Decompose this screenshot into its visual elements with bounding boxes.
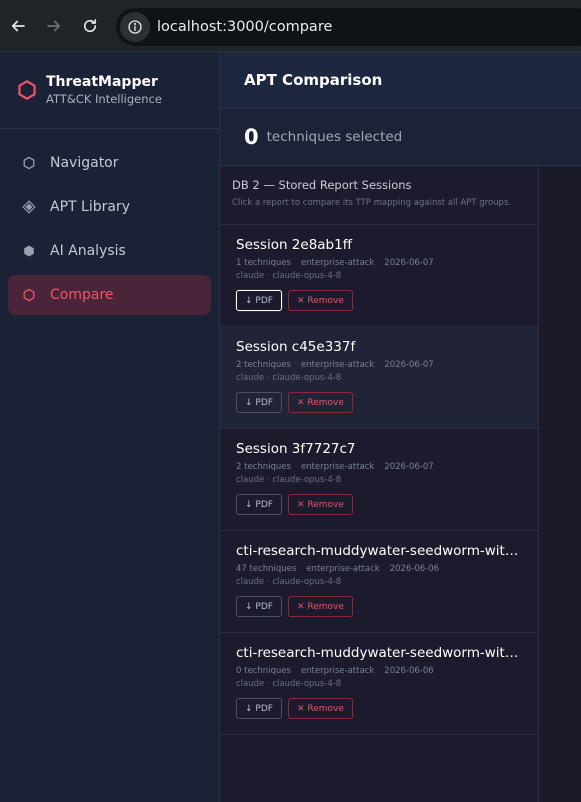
session-date: 2026-06-06 xyxy=(384,666,434,676)
brand[interactable]: ThreatMapper ATT&CK Intelligence xyxy=(0,52,219,129)
panel-header: DB 2 — Stored Report Sessions Click a re… xyxy=(220,166,538,225)
session-title: Session 3f7727c7 xyxy=(236,441,356,457)
remove-button[interactable]: ✕ Remove xyxy=(287,698,353,719)
session-date: 2026-06-06 xyxy=(389,564,440,574)
diamond-icon xyxy=(20,198,38,216)
main-content: APT Comparison 0 techniques selected DB … xyxy=(220,52,581,802)
session-title: Session 2e8ab1ff xyxy=(236,237,353,253)
page-header: APT Comparison xyxy=(220,52,581,109)
session-date: 2026-06-07 xyxy=(384,258,434,268)
sidebar-item-navigator[interactable]: Navigator xyxy=(8,143,211,183)
session-model: claude · claude-opus-4-8 xyxy=(236,577,342,587)
brand-title: ThreatMapper xyxy=(46,74,158,90)
session-title: Session c45e337f xyxy=(236,339,356,355)
sidebar: ThreatMapper ATT&CK Intelligence Navigat… xyxy=(0,52,220,802)
hexagon-outline-icon xyxy=(20,154,38,172)
session-title: cti-research-muddywater-seedworm-with-… xyxy=(236,645,522,661)
download-pdf-button[interactable]: ↓ PDF xyxy=(236,392,282,413)
attack-domain: enterprise-attack xyxy=(300,258,375,268)
session-model: claude · claude-opus-4-8 xyxy=(236,271,342,281)
session-card[interactable]: Session 2e8ab1ff 1 techniques enterprise… xyxy=(220,225,538,327)
comparison-area xyxy=(540,166,581,802)
panel-description: Click a report to compare its TTP mappin… xyxy=(232,198,512,208)
sidebar-item-ai-analysis[interactable]: AI Analysis xyxy=(8,231,211,271)
arrow-right-icon xyxy=(47,20,61,31)
selected-count: 0 xyxy=(244,125,259,149)
technique-count: 2 techniques xyxy=(236,360,291,370)
session-card[interactable]: Session 3f7727c7 2 techniques enterprise… xyxy=(220,429,538,531)
download-pdf-button[interactable]: ↓ PDF xyxy=(236,596,282,617)
sessions-panel: DB 2 — Stored Report Sessions Click a re… xyxy=(220,166,539,802)
remove-button[interactable]: ✕ Remove xyxy=(287,290,353,311)
session-model: claude · claude-opus-4-8 xyxy=(236,475,342,485)
remove-button[interactable]: ✕ Remove xyxy=(287,596,353,617)
remove-button[interactable]: ✕ Remove xyxy=(287,494,353,515)
selected-label: techniques selected xyxy=(266,129,403,145)
hexagon-filled-icon xyxy=(20,242,38,260)
site-info-icon[interactable] xyxy=(120,12,150,42)
sidebar-item-label: AI Analysis xyxy=(50,243,126,259)
sidebar-item-apt-library[interactable]: APT Library xyxy=(8,187,211,227)
technique-count: 47 techniques xyxy=(236,564,297,574)
panel-title: DB 2 — Stored Report Sessions xyxy=(232,178,412,192)
hexagon-logo-icon xyxy=(18,80,36,100)
reload-icon xyxy=(83,18,97,32)
sidebar-nav: Navigator APT Library AI Analysis Compar… xyxy=(0,129,219,315)
sidebar-item-label: APT Library xyxy=(50,199,130,215)
page-title: APT Comparison xyxy=(244,71,383,89)
technique-count: 1 techniques xyxy=(236,258,291,268)
browser-toolbar: localhost:3000/compare xyxy=(0,0,581,52)
arrow-left-icon xyxy=(11,20,25,31)
attack-domain: enterprise-attack xyxy=(300,462,375,472)
session-card[interactable]: Session c45e337f 2 techniques enterprise… xyxy=(220,327,538,429)
session-title: cti-research-muddywater-seedworm-with-… xyxy=(236,543,522,559)
download-pdf-button[interactable]: ↓ PDF xyxy=(236,494,282,515)
attack-domain: enterprise-attack xyxy=(300,360,375,370)
download-pdf-button[interactable]: ↓ PDF xyxy=(236,698,282,719)
sidebar-item-compare[interactable]: Compare xyxy=(8,275,211,315)
session-model: claude · claude-opus-4-8 xyxy=(236,679,342,689)
url-text[interactable]: localhost:3000/compare xyxy=(157,19,332,35)
session-card[interactable]: cti-research-muddywater-seedworm-with-… … xyxy=(220,531,538,633)
forward-button[interactable] xyxy=(36,8,72,44)
address-bar[interactable]: localhost:3000/compare xyxy=(116,8,581,46)
selection-counter: 0 techniques selected xyxy=(220,109,581,166)
session-date: 2026-06-07 xyxy=(384,360,434,370)
attack-domain: enterprise-attack xyxy=(306,564,380,574)
session-card[interactable]: cti-research-muddywater-seedworm-with-… … xyxy=(220,633,538,735)
download-pdf-button[interactable]: ↓ PDF xyxy=(236,290,282,311)
attack-domain: enterprise-attack xyxy=(300,666,375,676)
back-button[interactable] xyxy=(0,8,36,44)
sidebar-item-label: Compare xyxy=(50,287,114,303)
technique-count: 0 techniques xyxy=(236,666,291,676)
reload-button[interactable] xyxy=(72,8,108,44)
technique-count: 2 techniques xyxy=(236,462,291,472)
hexagon-outline-icon xyxy=(20,286,38,304)
sidebar-item-label: Navigator xyxy=(50,155,119,171)
session-date: 2026-06-07 xyxy=(384,462,434,472)
remove-button[interactable]: ✕ Remove xyxy=(287,392,353,413)
brand-subtitle: ATT&CK Intelligence xyxy=(46,92,162,106)
session-model: claude · claude-opus-4-8 xyxy=(236,373,342,383)
